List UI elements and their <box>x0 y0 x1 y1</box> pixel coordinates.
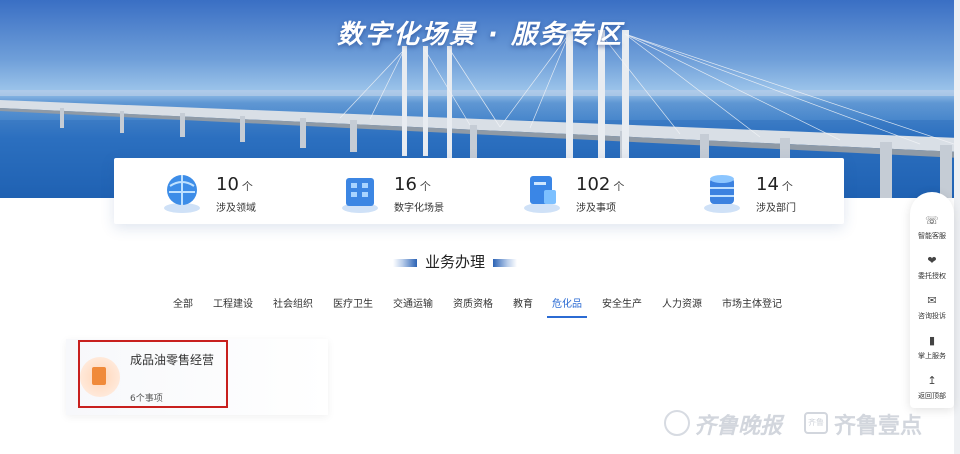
sidebar-item-complaint[interactable]: ✉ 咨询投诉 <box>910 294 954 321</box>
sidebar-item-mobile[interactable]: ▮ 掌上服务 <box>910 334 954 361</box>
stat-label: 涉及事项 <box>576 203 616 214</box>
tab-hazardous-chemicals[interactable]: 危化品 <box>552 295 582 310</box>
stat-value: 10 个 <box>216 174 253 195</box>
arrow-up-icon: ↥ <box>927 374 937 387</box>
banner-title: 数字化场景 · 服务专区 <box>337 20 623 50</box>
sidebar-label: 返回顶部 <box>918 392 946 400</box>
sidebar-item-smart-service[interactable]: ☏ 智能客服 <box>910 214 954 241</box>
stat-label: 数字化场景 <box>394 203 444 214</box>
tab-medical[interactable]: 医疗卫生 <box>333 295 373 310</box>
building-icon <box>342 178 378 213</box>
active-tab-underline <box>547 316 587 318</box>
sidebar-item-back-to-top[interactable]: ↥ 返回顶部 <box>910 374 954 401</box>
handshake-icon: ❤ <box>927 254 937 267</box>
floating-sidebar: ☏ 智能客服 ❤ 委托授权 ✉ 咨询投诉 ▮ 掌上服务 ↥ 返回顶部 <box>910 192 954 408</box>
sidebar-label: 掌上服务 <box>918 352 946 360</box>
tab-engineering[interactable]: 工程建设 <box>213 295 253 310</box>
watermark-box-icon: 齐鲁 <box>804 412 828 434</box>
watermark-text-a: 齐鲁晚报 <box>694 414 783 439</box>
section-title: 业务办理 <box>0 251 910 272</box>
database-icon <box>704 175 740 213</box>
sidebar-label: 委托授权 <box>918 272 946 280</box>
stats-card: 10 个 涉及领域 16 个 数字化场景 102 个 涉及事项 14 个 涉及部… <box>114 158 844 224</box>
document-stamp-icon <box>524 176 560 213</box>
red-highlight-box <box>78 340 228 408</box>
watermark-text-b: 齐鲁壹点 <box>834 414 923 439</box>
tab-all[interactable]: 全部 <box>173 295 193 310</box>
stat-value: 16 个 <box>394 174 431 195</box>
tab-hr[interactable]: 人力资源 <box>662 295 702 310</box>
stat-label: 涉及部门 <box>756 203 796 214</box>
sidebar-label: 智能客服 <box>918 232 946 240</box>
tab-market-registration[interactable]: 市场主体登记 <box>722 295 782 310</box>
stat-value: 14 个 <box>756 174 793 195</box>
tab-social-org[interactable]: 社会组织 <box>273 295 313 310</box>
mail-icon: ✉ <box>927 294 937 307</box>
title-decoration-right <box>493 258 517 267</box>
tab-transport[interactable]: 交通运输 <box>393 295 433 310</box>
section-title-text: 业务办理 <box>424 253 485 271</box>
phone-icon: ▮ <box>928 334 936 347</box>
watermark-logo-icon <box>664 410 690 436</box>
stat-label: 涉及领域 <box>216 203 256 214</box>
scrollbar-track[interactable] <box>954 0 960 454</box>
tab-qualification[interactable]: 资质资格 <box>453 295 493 310</box>
title-decoration-left <box>392 258 417 267</box>
sidebar-label: 咨询投诉 <box>918 312 946 320</box>
stat-value: 102 个 <box>576 174 625 195</box>
tab-education[interactable]: 教育 <box>513 295 533 310</box>
globe-icon <box>164 175 200 213</box>
tab-safety[interactable]: 安全生产 <box>602 295 642 310</box>
sidebar-item-authorization[interactable]: ❤ 委托授权 <box>910 254 954 281</box>
headset-icon: ☏ <box>925 214 939 227</box>
